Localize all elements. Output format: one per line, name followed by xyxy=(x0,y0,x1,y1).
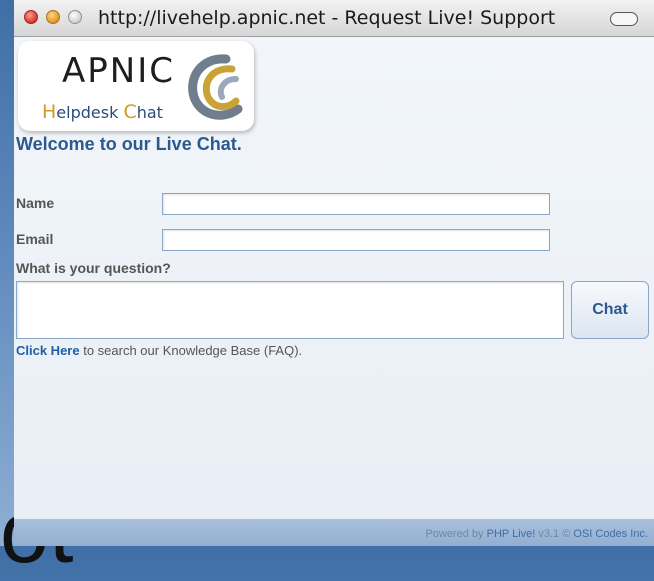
php-live-link[interactable]: PHP Live! xyxy=(487,528,536,540)
title-bar: http://livehelp.apnic.net - Request Live… xyxy=(14,0,654,37)
zoom-icon[interactable] xyxy=(68,10,82,24)
minimize-icon[interactable] xyxy=(46,10,60,24)
logo-sub-c: C xyxy=(123,101,137,123)
powered-by-text: Powered by PHP Live! v3.1 © OSI Codes In… xyxy=(425,528,648,540)
apnic-logo: APNIC Helpdesk Chat xyxy=(18,41,254,131)
close-icon[interactable] xyxy=(24,10,38,24)
swirl-logo-icon xyxy=(188,54,243,120)
knowledge-base-link[interactable]: Click Here xyxy=(16,343,80,358)
chat-window: http://livehelp.apnic.net - Request Live… xyxy=(14,0,654,546)
powered-prefix: Powered by xyxy=(425,528,487,540)
chat-content: APNIC Helpdesk Chat Welcome to our Live … xyxy=(14,37,654,546)
logo-sub-hat: hat xyxy=(136,103,163,122)
question-input[interactable] xyxy=(16,281,564,339)
logo-sub-elpdesk: elpdesk xyxy=(56,103,124,122)
footer-bar: Powered by PHP Live! v3.1 © OSI Codes In… xyxy=(14,519,654,546)
email-label: Email xyxy=(16,231,54,247)
knowledge-base-text: to search our Knowledge Base (FAQ). xyxy=(79,343,303,358)
osi-codes-link[interactable]: OSI Codes Inc. xyxy=(573,528,648,540)
welcome-heading: Welcome to our Live Chat. xyxy=(16,134,242,154)
name-input[interactable] xyxy=(162,193,550,215)
logo-apnic-text: APNIC xyxy=(62,51,175,91)
logo-subtitle: Helpdesk Chat xyxy=(42,101,163,123)
name-label: Name xyxy=(16,195,55,211)
logo-sub-h: H xyxy=(42,101,57,123)
email-input[interactable] xyxy=(162,229,550,251)
knowledge-base-line: Click Here to search our Knowledge Base … xyxy=(16,343,302,358)
chat-button[interactable]: Chat xyxy=(571,281,649,339)
toolbar-toggle-icon[interactable] xyxy=(610,12,638,26)
window-title: http://livehelp.apnic.net - Request Live… xyxy=(98,7,556,29)
question-label: What is your question? xyxy=(16,260,171,276)
powered-middle: v3.1 © xyxy=(535,528,574,540)
